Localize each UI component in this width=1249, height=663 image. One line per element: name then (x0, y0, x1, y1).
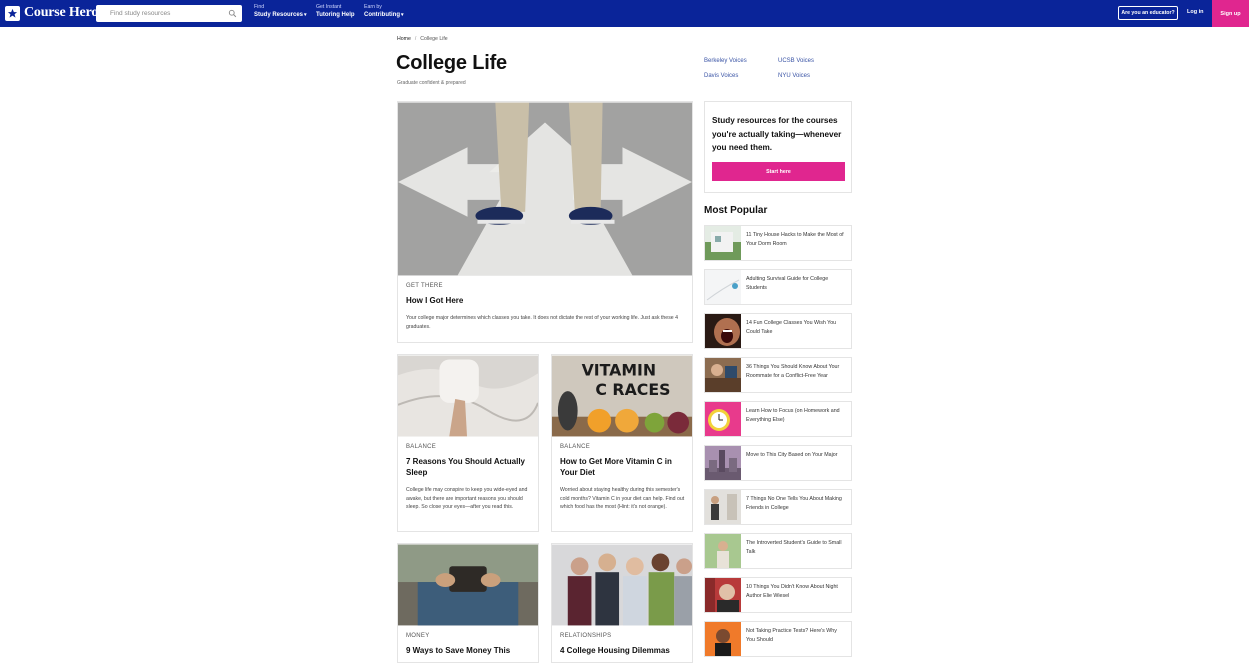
search-icon[interactable] (228, 9, 237, 18)
popular-item-title: Adulting Survival Guide for College Stud… (746, 276, 829, 291)
article-image-sleep (398, 355, 538, 437)
article-description: Worried about staying healthy during thi… (560, 487, 685, 510)
voices-link-ucsb[interactable]: UCSB Voices (778, 58, 814, 64)
featured-headline[interactable]: How I Got Here (406, 295, 686, 306)
nav-study-resources-small: Find (254, 4, 265, 10)
popular-item-title: 36 Things You Should Know About Your Roo… (746, 364, 840, 379)
page-title: College Life (396, 52, 507, 74)
popular-item[interactable]: The Introverted Student's Guide to Small… (704, 533, 852, 569)
popular-thumb-image (705, 358, 741, 392)
popular-item-title: 14 Fun College Classes You Wish You Coul… (746, 320, 837, 335)
article-headline[interactable]: 9 Ways to Save Money This (406, 645, 534, 656)
popular-item[interactable]: Not Taking Practice Tests? Here's Why Yo… (704, 621, 852, 657)
featured-article-image (398, 102, 692, 276)
popular-item[interactable]: 36 Things You Should Know About Your Roo… (704, 357, 852, 393)
popular-item[interactable]: 7 Things No One Tells You About Making F… (704, 489, 852, 525)
popular-thumb-image (705, 402, 741, 436)
popular-item[interactable]: 10 Things You Didn't Know About Night Au… (704, 577, 852, 613)
article-category: BALANCE (406, 444, 437, 450)
popular-thumb-image (705, 534, 741, 568)
course-hero-logo[interactable]: Course Hero (5, 5, 98, 21)
nav-contributing-small: Earn by (364, 4, 382, 10)
featured-category: GET THERE (406, 283, 443, 289)
popular-thumb-image (705, 270, 741, 304)
article-category: MONEY (406, 633, 430, 639)
voices-link-nyu[interactable]: NYU Voices (778, 73, 810, 79)
popular-item[interactable]: 14 Fun College Classes You Wish You Coul… (704, 313, 852, 349)
popular-item[interactable]: Move to This City Based on Your Major (704, 445, 852, 481)
start-here-button[interactable]: Start here (712, 162, 845, 181)
breadcrumb: Home / College Life (397, 36, 448, 42)
article-headline[interactable]: How to Get More Vitamin C in Your Diet (560, 456, 688, 478)
nav-tutoring-help[interactable]: Get Instant Tutoring Help (316, 4, 355, 20)
breadcrumb-current: College Life (420, 36, 448, 42)
most-popular-heading: Most Popular (704, 205, 768, 216)
popular-thumb-image (705, 578, 741, 612)
educator-button[interactable]: Are you an educator? (1118, 6, 1178, 20)
promo-text: Study resources for the courses you're a… (712, 116, 842, 152)
article-image-relationships (552, 544, 692, 626)
top-nav-bar: Course Hero Find Study Resources▾ Get In… (0, 0, 1249, 27)
nav-study-resources[interactable]: Find Study Resources▾ (254, 4, 307, 20)
voices-link-berkeley[interactable]: Berkeley Voices (704, 58, 747, 64)
vitamin-sign-line2: C RACES (595, 380, 670, 399)
login-link[interactable]: Log in (1187, 9, 1204, 15)
chevron-down-icon: ▾ (401, 12, 404, 18)
popular-thumb-image (705, 226, 741, 260)
article-card-vitamin-c[interactable]: VITAMIN C RACES BALANCE How to Get More … (551, 354, 693, 532)
popular-thumb-image (705, 622, 741, 656)
popular-item-title: Learn How to Focus (on Homework and Ever… (746, 408, 840, 423)
featured-description: Your college major determines which clas… (406, 315, 679, 330)
article-card-money[interactable]: MONEY 9 Ways to Save Money This (397, 543, 539, 663)
article-image-money (398, 544, 538, 626)
breadcrumb-separator: / (414, 36, 417, 42)
article-card-sleep[interactable]: BALANCE 7 Reasons You Should Actually Sl… (397, 354, 539, 532)
study-resources-promo: Study resources for the courses you're a… (704, 101, 852, 193)
signup-button[interactable]: Sign up (1212, 0, 1249, 27)
popular-item-title: Move to This City Based on Your Major (746, 452, 838, 458)
popular-item-title: Not Taking Practice Tests? Here's Why Yo… (746, 628, 837, 643)
article-category: RELATIONSHIPS (560, 633, 612, 639)
voices-link-davis[interactable]: Davis Voices (704, 73, 738, 79)
star-icon (5, 5, 20, 21)
popular-item[interactable]: Adulting Survival Guide for College Stud… (704, 269, 852, 305)
popular-thumb-image (705, 446, 741, 480)
article-headline[interactable]: 4 College Housing Dilemmas (560, 645, 688, 656)
popular-item-title: 10 Things You Didn't Know About Night Au… (746, 584, 838, 599)
article-headline[interactable]: 7 Reasons You Should Actually Sleep (406, 456, 534, 478)
popular-item-title: 7 Things No One Tells You About Making F… (746, 496, 842, 511)
popular-item[interactable]: Learn How to Focus (on Homework and Ever… (704, 401, 852, 437)
nav-contributing-label: Contributing (364, 12, 400, 18)
nav-tutoring-help-small: Get Instant (316, 4, 342, 10)
search-input[interactable] (96, 5, 226, 22)
nav-contributing[interactable]: Earn by Contributing▾ (364, 4, 404, 20)
popular-item-title: 11 Tiny House Hacks to Make the Most of … (746, 232, 844, 247)
article-image-vitamin-c: VITAMIN C RACES (552, 355, 692, 437)
article-category: BALANCE (560, 444, 591, 450)
featured-article-card[interactable]: GET THERE How I Got Here Your college ma… (397, 101, 693, 343)
breadcrumb-home[interactable]: Home (397, 36, 411, 42)
article-description: College life may conspire to keep you wi… (406, 487, 528, 510)
logo-text: Course Hero (24, 5, 99, 20)
popular-item[interactable]: 11 Tiny House Hacks to Make the Most of … (704, 225, 852, 261)
nav-tutoring-help-label: Tutoring Help (316, 12, 355, 18)
article-card-relationships[interactable]: RELATIONSHIPS 4 College Housing Dilemmas (551, 543, 693, 663)
nav-study-resources-label: Study Resources (254, 12, 304, 18)
page-subtitle: Graduate confident & prepared (397, 80, 466, 86)
vitamin-sign-line1: VITAMIN (582, 360, 657, 379)
popular-thumb-image (705, 490, 741, 524)
popular-item-title: The Introverted Student's Guide to Small… (746, 540, 842, 555)
chevron-down-icon: ▾ (304, 12, 307, 18)
search-box (96, 5, 242, 22)
popular-thumb-image (705, 314, 741, 348)
